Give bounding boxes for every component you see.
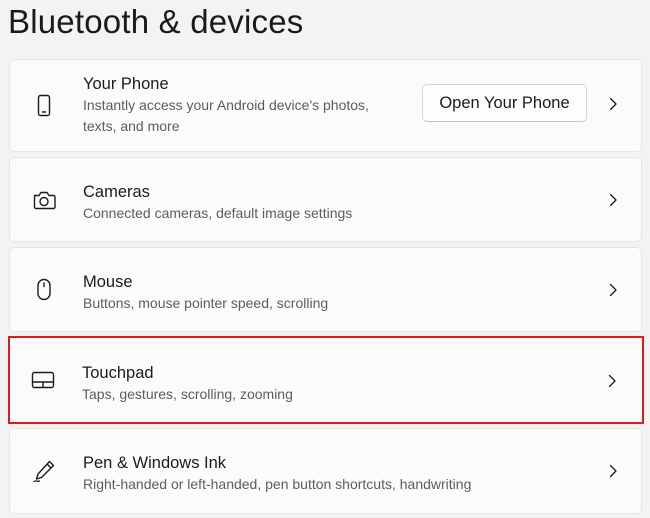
open-your-phone-button[interactable]: Open Your Phone: [422, 84, 587, 122]
touchpad-icon: [29, 366, 57, 394]
chevron-right-icon: [607, 463, 619, 479]
settings-item-your-phone[interactable]: Your Phone Instantly access your Android…: [9, 59, 642, 152]
chevron-right-icon: [607, 96, 619, 112]
item-subtitle-line1: Instantly access your Android device's p…: [83, 97, 369, 113]
settings-item-mouse[interactable]: Mouse Buttons, mouse pointer speed, scro…: [9, 247, 642, 332]
item-subtitle: Taps, gestures, scrolling, zooming: [82, 386, 293, 402]
item-title: Mouse: [83, 273, 133, 291]
chevron-right-icon: [607, 192, 619, 208]
settings-item-pen-windows-ink[interactable]: Pen & Windows Ink Right-handed or left-h…: [9, 428, 642, 514]
phone-icon: [30, 92, 58, 120]
item-title: Your Phone: [83, 75, 169, 93]
item-subtitle: Connected cameras, default image setting…: [83, 205, 353, 221]
chevron-right-icon: [607, 282, 619, 298]
item-title: Touchpad: [82, 364, 154, 382]
settings-item-touchpad[interactable]: Touchpad Taps, gestures, scrolling, zoom…: [8, 336, 644, 424]
mouse-icon: [30, 276, 58, 304]
item-subtitle-line2: texts, and more: [83, 118, 180, 134]
item-title: Cameras: [83, 183, 150, 201]
settings-item-cameras[interactable]: Cameras Connected cameras, default image…: [9, 157, 642, 242]
page-title: Bluetooth & devices: [8, 3, 304, 40]
item-subtitle: Buttons, mouse pointer speed, scrolling: [83, 295, 329, 311]
chevron-right-icon: [606, 373, 618, 389]
item-subtitle: Right-handed or left-handed, pen button …: [83, 476, 472, 492]
pen-icon: [30, 457, 58, 485]
item-title: Pen & Windows Ink: [83, 454, 227, 472]
camera-icon: [30, 186, 58, 214]
